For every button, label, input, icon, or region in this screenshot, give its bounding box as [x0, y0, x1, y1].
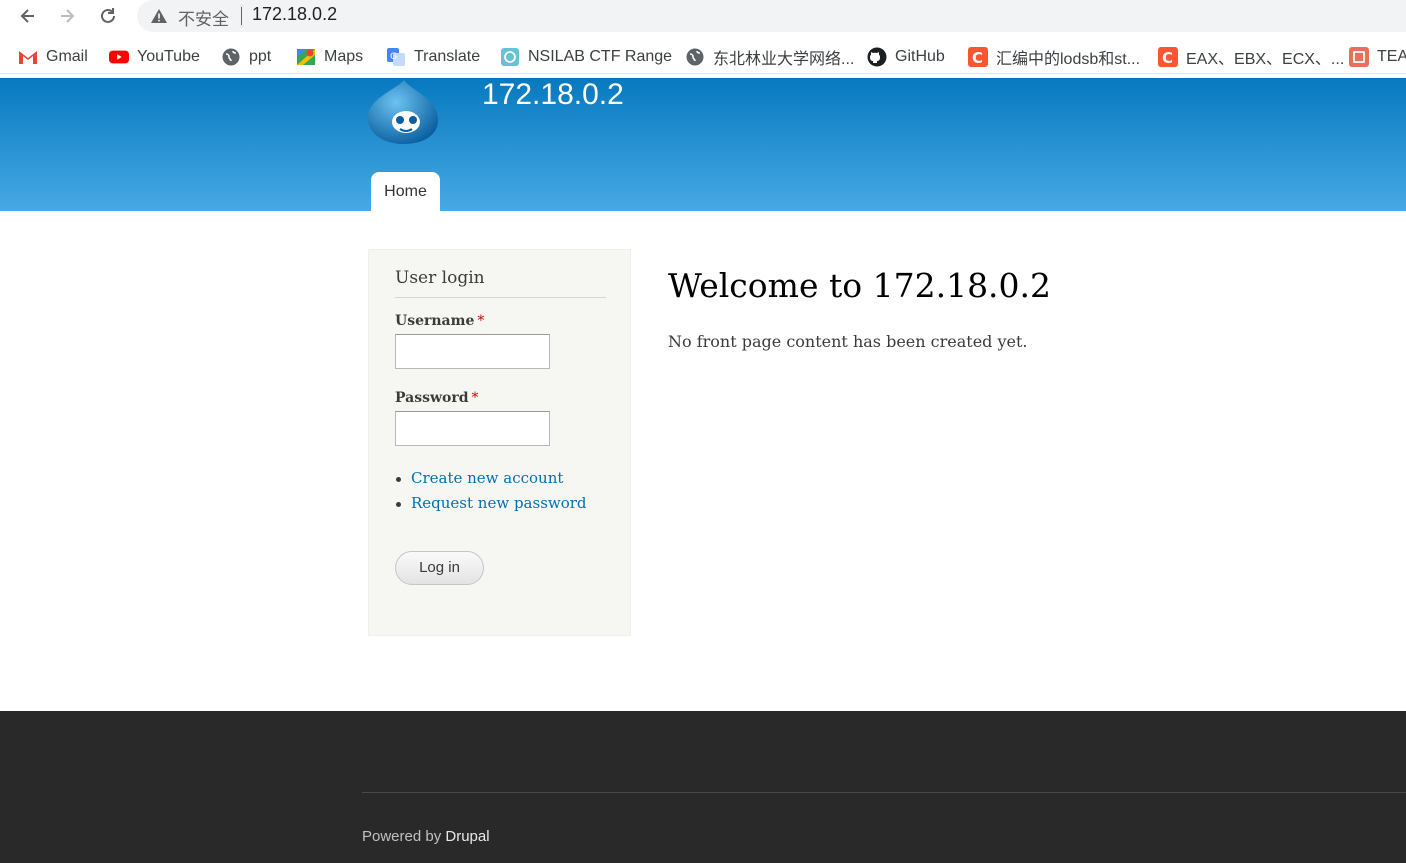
site-footer: Powered by Drupal: [0, 711, 1406, 863]
powered-by-prefix: Powered by: [362, 828, 442, 845]
browser-toolbar: 不安全 172.18.0.2: [0, 0, 1406, 34]
footer-divider: [362, 792, 1406, 793]
bookmark-maps[interactable]: Maps: [296, 45, 363, 69]
csdn-icon: C: [968, 47, 988, 67]
bookmark-label: YouTube: [137, 48, 200, 65]
username-label-text: Username: [395, 313, 475, 329]
bookmark-label: GitHub: [895, 48, 945, 65]
jianshu-icon: [1349, 47, 1369, 67]
forward-button[interactable]: [53, 3, 81, 29]
translate-icon: G: [386, 47, 406, 67]
globe-icon: [685, 47, 705, 67]
bookmark-label: 汇编中的lodsb和st...: [996, 51, 1141, 68]
address-bar[interactable]: 不安全 172.18.0.2: [137, 0, 1406, 32]
arrow-right-icon: [61, 9, 75, 23]
bookmark-nefu[interactable]: 东北林业大学网络...: [685, 45, 854, 69]
reload-button[interactable]: [94, 3, 122, 29]
request-password-link[interactable]: Request new password: [411, 494, 587, 512]
bookmark-youtube[interactable]: YouTube: [109, 45, 200, 69]
drupal-link[interactable]: Drupal: [445, 828, 489, 845]
bookmark-label: Gmail: [46, 48, 88, 65]
password-label: Password *: [395, 390, 479, 406]
password-field[interactable]: [395, 411, 550, 446]
url-text[interactable]: 172.18.0.2: [252, 4, 337, 25]
bookmark-nsilab[interactable]: NSILAB CTF Range: [500, 45, 672, 69]
back-button[interactable]: [14, 3, 42, 29]
drupal-logo[interactable]: [366, 80, 438, 144]
bookmark-ppt[interactable]: ppt: [221, 45, 271, 69]
login-links: Create new account Request new password: [395, 469, 587, 519]
password-label-text: Password: [395, 390, 469, 406]
create-account-link[interactable]: Create new account: [411, 469, 563, 487]
username-field[interactable]: [395, 334, 550, 369]
nsilab-icon: [500, 47, 520, 67]
github-icon: [867, 47, 887, 67]
bookmark-csdn-eax[interactable]: C EAX、EBX、ECX、...: [1158, 45, 1344, 69]
gmail-icon: [18, 47, 38, 67]
bookmark-github[interactable]: GitHub: [867, 45, 945, 69]
block-title: User login: [395, 268, 485, 288]
csdn-icon: C: [1158, 47, 1178, 67]
bookmarks-bar: Gmail YouTube ppt Maps G Translate NSILA…: [0, 40, 1406, 74]
bookmark-label: Maps: [324, 48, 364, 65]
bookmark-label: ppt: [249, 48, 272, 65]
address-divider: [241, 7, 242, 25]
svg-text:C: C: [1162, 49, 1173, 67]
drupal-drop-icon: [368, 80, 438, 144]
svg-text:G: G: [390, 52, 397, 62]
arrow-left-icon: [20, 9, 34, 23]
warning-icon[interactable]: [151, 9, 167, 23]
login-button[interactable]: Log in: [395, 551, 484, 585]
block-divider: [395, 297, 606, 298]
reload-icon: [101, 8, 115, 23]
bookmark-tea[interactable]: TEA: [1349, 45, 1406, 69]
site-name[interactable]: 172.18.0.2: [482, 78, 624, 112]
youtube-icon: [109, 47, 129, 67]
maps-icon: [296, 47, 316, 67]
bookmark-label: 东北林业大学网络...: [713, 51, 855, 68]
bookmark-translate[interactable]: G Translate: [386, 45, 480, 69]
required-mark: *: [471, 390, 479, 406]
bookmark-label: NSILAB CTF Range: [528, 48, 673, 65]
security-label[interactable]: 不安全: [178, 5, 229, 30]
list-item: Request new password: [395, 494, 587, 519]
globe-icon: [221, 47, 241, 67]
username-label: Username *: [395, 313, 484, 329]
powered-by: Powered by Drupal: [362, 828, 490, 845]
required-mark: *: [477, 313, 485, 329]
bookmark-label: EAX、EBX、ECX、...: [1186, 51, 1345, 68]
page-title: Welcome to 172.18.0.2: [668, 266, 1052, 305]
svg-text:C: C: [972, 49, 983, 67]
bookmark-label: Translate: [414, 48, 481, 65]
site-header: 172.18.0.2 Home: [0, 78, 1406, 211]
bookmark-csdn-lodsb[interactable]: C 汇编中的lodsb和st...: [968, 45, 1140, 69]
bookmark-label: TEA: [1377, 48, 1406, 65]
page-body-text: No front page content has been created y…: [668, 332, 1028, 351]
list-item: Create new account: [395, 469, 587, 494]
tab-home[interactable]: Home: [371, 172, 440, 211]
user-login-block: User login Username * Password * Create ne…: [368, 249, 631, 636]
bookmark-gmail[interactable]: Gmail: [18, 45, 88, 69]
